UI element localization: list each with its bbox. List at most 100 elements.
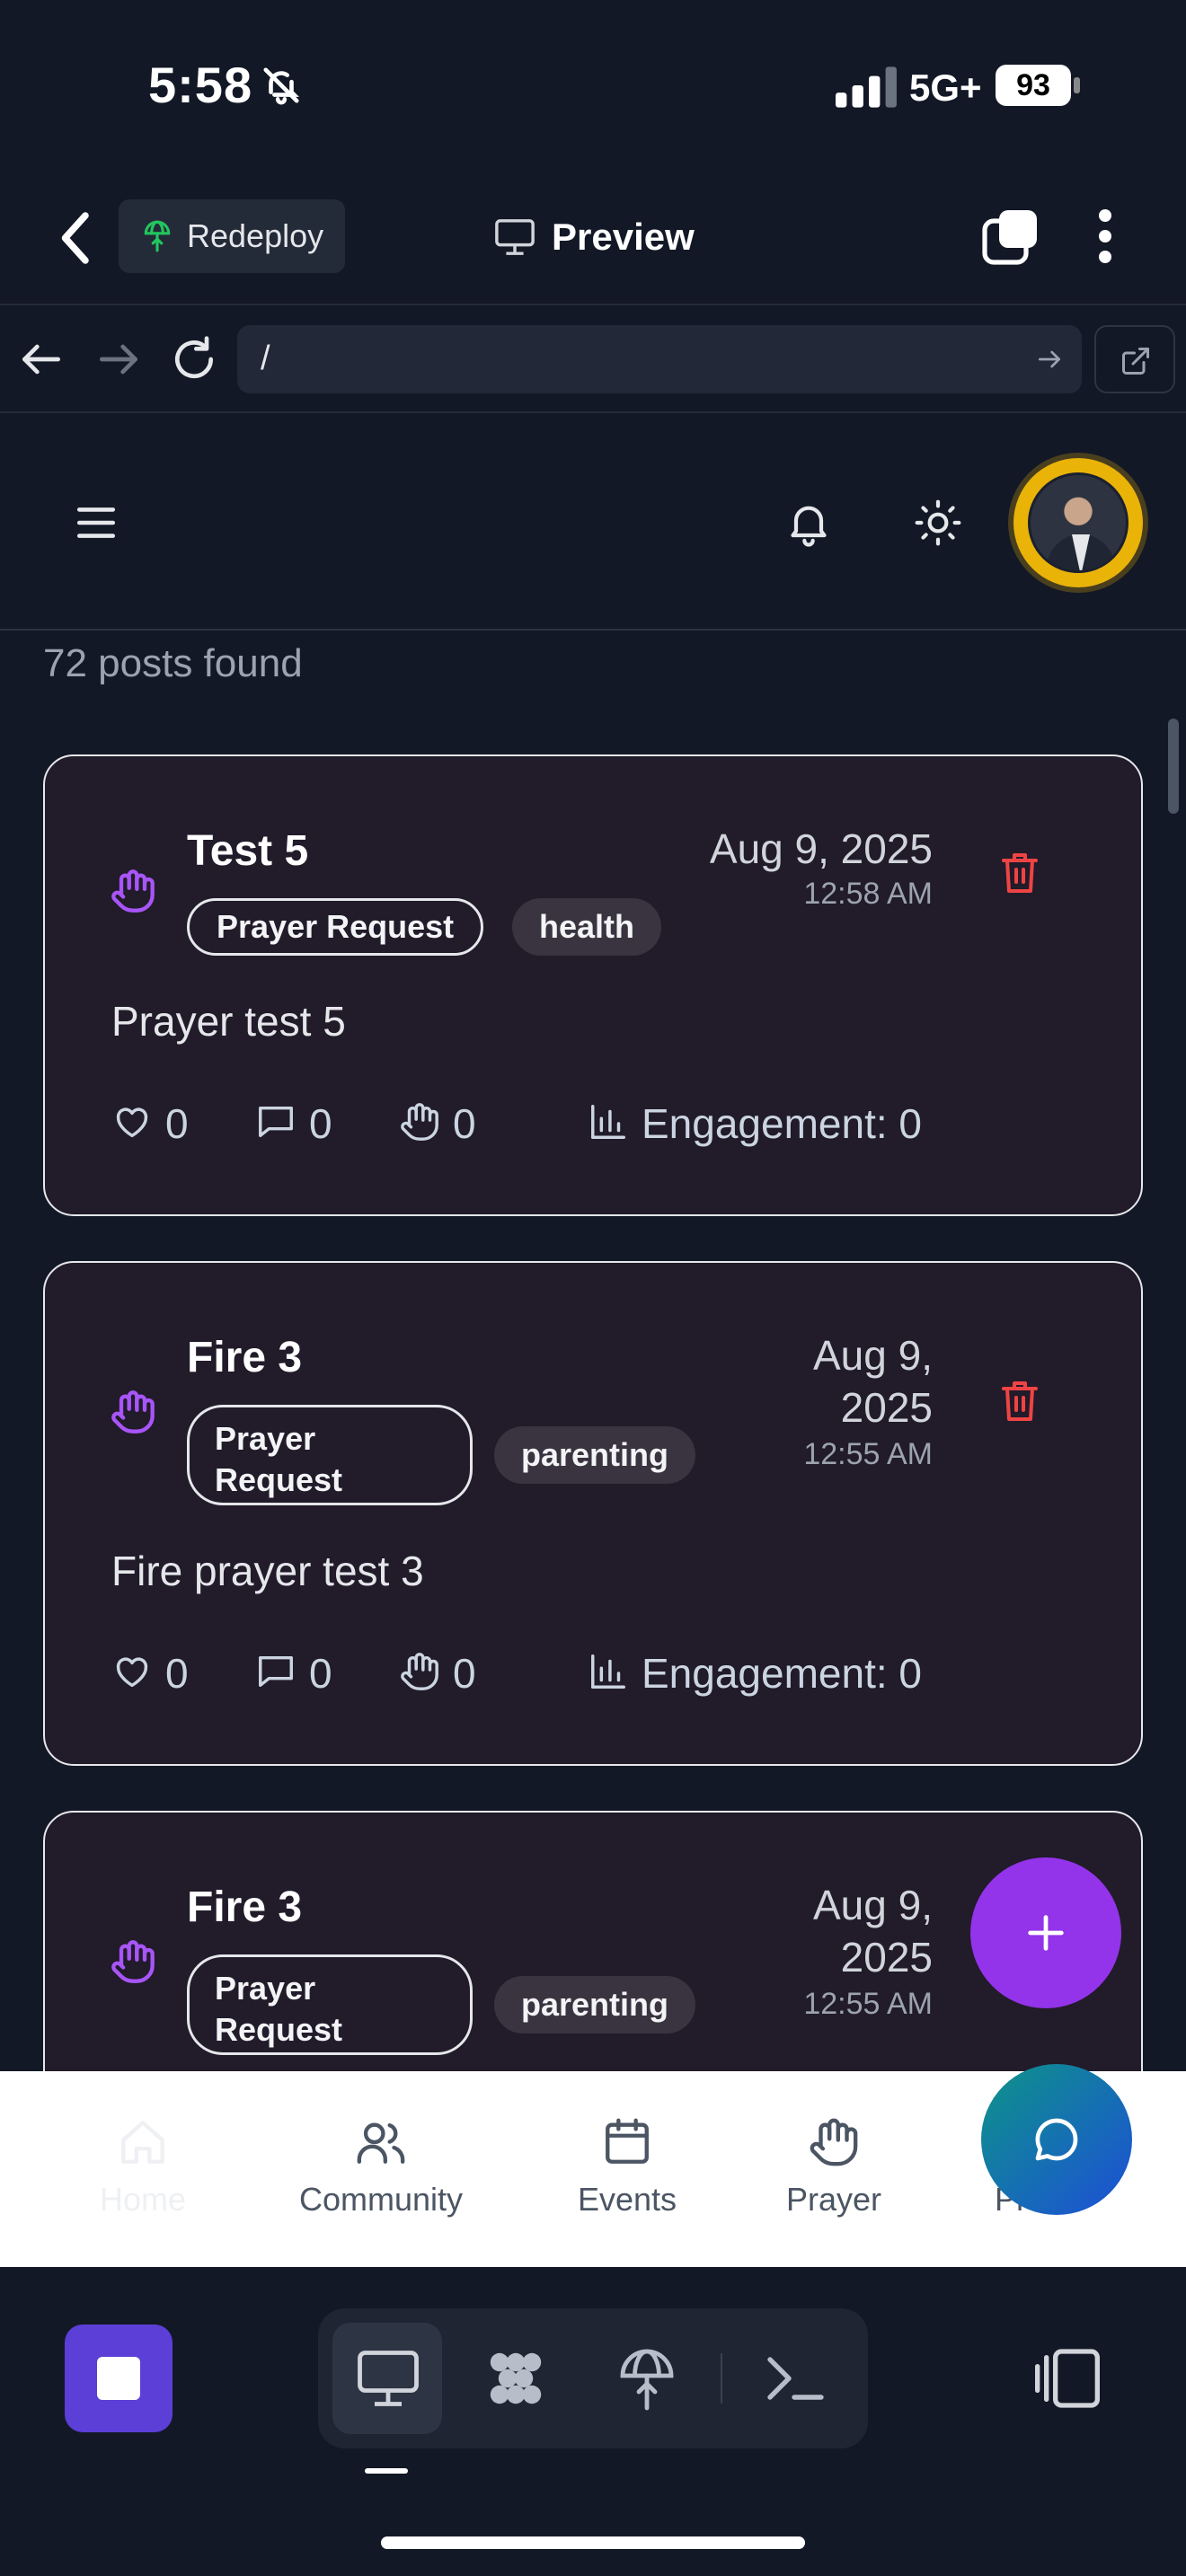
nav-community[interactable]: Community [291,2116,471,2219]
prayer-hand-icon [111,869,155,913]
switcher-divider [721,2353,722,2404]
post-time: 12:58 AM [803,877,933,911]
redeploy-label: Redeploy [187,217,324,254]
redeploy-icon [144,220,171,252]
nav-events-label: Events [577,2181,677,2218]
post-date: Aug 9, 2025 [813,1879,933,1983]
nav-events[interactable]: Events [566,2116,688,2219]
comment-count: 0 [309,1100,332,1147]
active-view-indicator [365,2468,408,2474]
users-icon [357,2122,405,2164]
category-line-2: Request [215,1461,343,1498]
avatar [1028,472,1128,573]
post-date-line-1: Aug 9, [813,1882,933,1928]
chat-bubble-icon [1035,2118,1078,2161]
comment-icon [259,1655,293,1688]
hand-icon [810,2118,858,2166]
category-badge: Prayer Request [187,1954,473,2055]
reload-icon[interactable] [169,334,219,384]
comment-icon [259,1106,293,1138]
url-input[interactable]: / [237,325,1082,393]
post-stats: 0 0 0 Engagement: 0 [111,1645,1010,1699]
post-date-line-2: 2025 [840,1934,933,1981]
stop-button[interactable] [65,2325,173,2432]
monitor-icon[interactable] [356,2346,420,2411]
battery-level: 93 [996,65,1071,106]
post-date-line-2: 2025 [840,1384,933,1431]
plus-icon [1028,1915,1064,1951]
delete-trash-icon[interactable] [1001,1380,1039,1423]
external-link-icon [1122,348,1149,375]
prayer-count: 0 [453,1650,476,1697]
post-card[interactable]: Fire 3 Prayer Request parenting Aug 9, 2… [43,1261,1143,1766]
category-badge: Prayer Request [187,1405,473,1505]
prayer-count: 0 [453,1100,476,1147]
go-arrow-icon[interactable] [1035,345,1064,374]
nav-prayer-label: Prayer [785,2181,882,2218]
network-type: 5G+ [909,66,982,109]
add-post-button[interactable] [970,1857,1121,2008]
screen: 5:58 5G+ 93 Redeploy Preview / 72 posts … [0,0,1186,2576]
delete-trash-icon[interactable] [1001,851,1039,895]
notifications-bell-icon[interactable] [783,498,834,548]
post-date: Aug 9, 2025 [813,1329,933,1434]
post-date-line-1: Aug 9, [813,1332,933,1379]
theme-sun-icon[interactable] [913,498,963,548]
home-icon [121,2121,164,2164]
home-indicator [381,2536,805,2549]
browser-forward-icon[interactable] [93,334,144,384]
deploy-icon[interactable] [615,2346,679,2411]
heart-icon [116,1107,148,1138]
preview-app-bar: Redeploy Preview [0,171,1186,305]
post-card[interactable]: Test 5 Prayer Request health Aug 9, 2025… [43,754,1143,1216]
tag-badge: health [512,898,662,956]
preview-label: Preview [552,216,695,258]
post-time: 12:55 AM [803,1987,933,2021]
tabs-icon[interactable] [981,207,1040,266]
engagement-text: Engagement: 0 [642,1650,923,1697]
open-external-button[interactable] [1094,325,1175,393]
prayer-hand-icon [111,1940,155,1983]
hand-icon [401,1653,438,1690]
heart-icon [116,1657,148,1688]
back-chevron-icon[interactable] [54,207,99,269]
post-body: Prayer test 5 [111,998,346,1045]
split-panel-icon[interactable] [1031,2342,1103,2414]
category-line-1: Prayer [215,1420,316,1457]
profile-avatar-button[interactable] [1013,458,1143,587]
posts-feed: 72 posts found Test 5 Prayer Request hea… [0,632,1186,2071]
tag-badge: parenting [494,1426,696,1484]
engagement-text: Engagement: 0 [642,1100,923,1147]
more-vertical-icon[interactable] [1087,207,1123,266]
browser-bar: / [0,307,1186,413]
agent-icon[interactable] [483,2346,548,2411]
category-line-1: Prayer [215,1970,316,2007]
post-stats: 0 0 0 Engagement: 0 [111,1096,1010,1150]
calendar-icon [606,2118,649,2164]
menu-icon[interactable] [74,503,119,543]
browser-back-icon[interactable] [16,334,66,384]
like-count: 0 [165,1650,189,1697]
chat-button[interactable] [981,2064,1132,2215]
hand-icon [401,1103,438,1141]
ide-toolbar [0,2267,1186,2576]
status-bar: 5:58 5G+ 93 [0,0,1186,171]
nav-community-label: Community [298,2181,464,2218]
tag-badge: parenting [494,1976,696,2033]
category-line-2: Request [215,2011,343,2048]
monitor-icon [495,219,535,255]
like-count: 0 [165,1100,189,1147]
status-time: 5:58 [148,57,253,113]
nav-prayer[interactable]: Prayer [778,2116,890,2219]
scrollbar-thumb[interactable] [1168,719,1179,814]
prayer-hand-icon [111,1390,155,1434]
bar-chart-icon [591,1105,625,1139]
post-title: Fire 3 [187,1334,303,1381]
nav-home[interactable]: Home [93,2116,192,2219]
terminal-icon[interactable] [762,2346,827,2411]
battery-tip [1074,77,1080,93]
redeploy-button[interactable]: Redeploy [119,199,345,273]
category-badge: Prayer Request [187,898,484,956]
view-switcher [318,2308,868,2448]
url-text: / [261,340,270,377]
